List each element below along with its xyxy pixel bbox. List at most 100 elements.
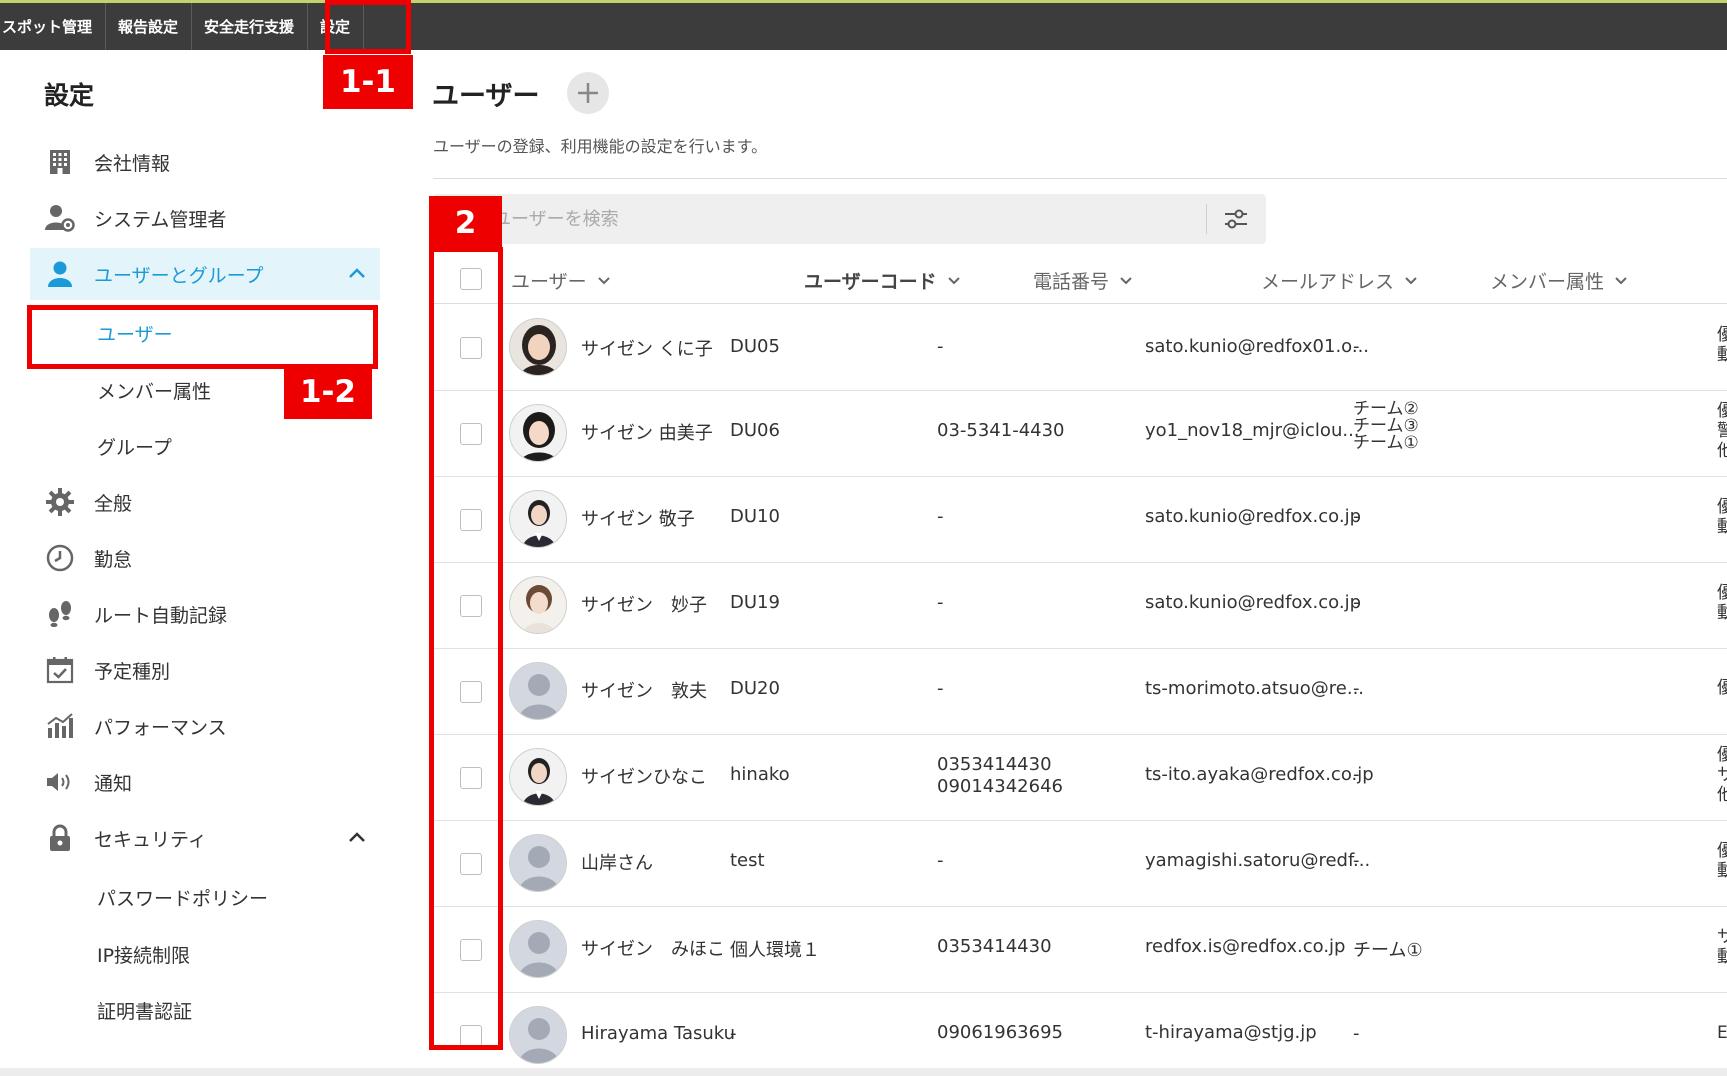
sidebar-subitem-groups[interactable]: グループ — [97, 433, 172, 460]
user-code: DU05 — [730, 336, 780, 357]
user-name[interactable]: Hirayama Tasuku — [581, 1023, 735, 1044]
avatar — [509, 318, 567, 376]
page-title: ユーザー — [432, 81, 540, 112]
chevron-up-icon[interactable] — [346, 826, 368, 848]
user-name[interactable]: サイゼン 由美子 — [581, 419, 713, 445]
user-name[interactable]: サイゼン 敦夫 — [581, 677, 707, 703]
user-name[interactable]: サイゼン くに子 — [581, 335, 713, 361]
user-phone: 03-5341-4430 — [937, 420, 1065, 441]
clipped-column-text: 優警他 — [1717, 401, 1727, 461]
column-header-member-attribute[interactable]: メンバー属性 — [1490, 267, 1628, 294]
user-phone: - — [937, 678, 944, 699]
chevron-down-icon — [597, 276, 610, 284]
clipped-column-text: 優動 — [1717, 583, 1727, 623]
plus-icon — [578, 83, 598, 103]
sidebar-item-general[interactable]: 全般 — [30, 476, 380, 528]
sidebar-item-security[interactable]: セキュリティ — [30, 812, 380, 864]
column-header-user[interactable]: ユーザー — [511, 267, 611, 294]
user-email: yamagishi.satoru@redf... — [1145, 850, 1371, 871]
avatar — [509, 490, 567, 548]
sidebar-item-sysadmin[interactable]: システム管理者 — [30, 192, 380, 244]
avatar — [509, 404, 567, 462]
chevron-up-icon[interactable] — [346, 262, 368, 284]
user-member-attribute: - — [1353, 678, 1360, 699]
horizontal-scrollbar[interactable] — [0, 1068, 1727, 1076]
column-header-email[interactable]: メールアドレス — [1261, 267, 1418, 294]
clipped-column-text: 優 — [1717, 678, 1727, 698]
user-email: ts-morimoto.atsuo@re... — [1145, 678, 1365, 699]
user-code: hinako — [730, 764, 790, 785]
sidebar-item-company[interactable]: 会社情報 — [30, 136, 380, 188]
clipped-column-text: 優動 — [1717, 841, 1727, 881]
column-header-user-code[interactable]: ユーザーコード — [804, 267, 961, 294]
table-row[interactable]: サイゼン 由美子 DU06 03-5341-4430 yo1_nov18_mjr… — [433, 391, 1727, 477]
column-header-phone[interactable]: 電話番号 — [1033, 267, 1133, 294]
annotation-label-2: 2 — [429, 196, 502, 250]
column-label: 電話番号 — [1033, 271, 1110, 293]
column-label: ユーザー — [511, 271, 587, 293]
table-row[interactable]: サイゼンひなこ hinako 0353414430 09014342646 ts-… — [433, 735, 1727, 821]
sidebar-item-route[interactable]: ルート自動記録 — [30, 588, 380, 640]
user-member-attribute: - — [1353, 336, 1360, 357]
sidebar-item-label: 勤怠 — [94, 548, 133, 571]
sidebar-item-label: ルート自動記録 — [94, 604, 228, 627]
sidebar-subitem-ip-restriction[interactable]: IP接続制限 — [97, 941, 190, 968]
table-row[interactable]: 山岸さん test - yamagishi.satoru@redf... - 優… — [433, 821, 1727, 907]
column-label: メンバー属性 — [1490, 271, 1605, 293]
user-name[interactable]: 山岸さん — [581, 849, 653, 875]
user-icon — [40, 259, 80, 289]
chevron-down-icon — [947, 276, 960, 284]
user-email: sato.kunio@redfox.co.jp — [1145, 506, 1361, 527]
page-description: ユーザーの登録、利用機能の設定を行います。 — [433, 137, 768, 156]
admin-user-gear-icon — [40, 203, 80, 233]
nav-safe-driving[interactable]: 安全走行支援 — [192, 3, 309, 50]
speaker-icon — [40, 767, 80, 797]
sliders-icon — [1225, 209, 1247, 229]
annotation-label-1-2: 1-2 — [284, 365, 372, 419]
sidebar-item-label: 予定種別 — [94, 660, 171, 683]
user-email: t-hirayama@stjg.jp — [1145, 1022, 1317, 1043]
filter-settings-button[interactable] — [1213, 199, 1259, 239]
gear-icon — [40, 487, 80, 517]
user-phone: 09061963695 — [937, 1022, 1063, 1043]
chevron-down-icon — [1615, 276, 1627, 284]
add-user-button[interactable] — [567, 72, 609, 114]
sidebar-item-performance[interactable]: パフォーマンス — [30, 700, 380, 752]
sidebar-item-attendance[interactable]: 勤怠 — [30, 532, 380, 584]
sidebar-item-schedule[interactable]: 予定種別 — [30, 644, 380, 696]
table-row[interactable]: サイゼン 妙子 DU19 - sato.kunio@redfox.co.jp -… — [433, 563, 1727, 649]
user-email: sato.kunio@redfox01.o... — [1145, 336, 1370, 357]
user-code: DU10 — [730, 506, 780, 527]
avatar — [509, 576, 567, 634]
table-row[interactable]: サイゼン みほこ 個人環境１ 0353414430 redfox.is@redf… — [433, 907, 1727, 993]
user-member-attribute: - — [1353, 850, 1360, 871]
user-code: DU19 — [730, 592, 780, 613]
user-name[interactable]: サイゼン 敬子 — [581, 505, 695, 531]
user-name[interactable]: サイゼンひなこ — [581, 763, 707, 789]
table-row[interactable]: Hirayama Tasuku - 09061963695 t-hirayama… — [433, 993, 1727, 1068]
user-phone: 0353414430 09014342646 — [937, 754, 1063, 797]
sidebar-item-label: 通知 — [94, 772, 133, 795]
sidebar-item-notification[interactable]: 通知 — [30, 756, 380, 808]
clipped-column-text: 優動 — [1717, 497, 1727, 537]
user-search-box — [433, 194, 1266, 244]
clock-icon — [40, 543, 80, 573]
table-row[interactable]: サイゼン くに子 DU05 - sato.kunio@redfox01.o...… — [433, 305, 1727, 391]
user-member-attribute: チーム② チーム③ チーム① — [1353, 399, 1419, 453]
clipped-column-text: 優動 — [1717, 325, 1727, 365]
sidebar-subitem-certificate-auth[interactable]: 証明書認証 — [97, 997, 192, 1024]
user-code: DU06 — [730, 420, 780, 441]
sidebar-subitem-password-policy[interactable]: パスワードポリシー — [97, 884, 268, 911]
header-divider — [433, 178, 1727, 179]
user-name[interactable]: サイゼン 妙子 — [581, 591, 707, 617]
table-row[interactable]: サイゼン 敦夫 DU20 - ts-morimoto.atsuo@re... -… — [433, 649, 1727, 735]
table-header: ユーザー ユーザーコード 電話番号 メールアドレス メンバー属性 — [433, 254, 1727, 304]
footprints-icon — [40, 599, 80, 629]
sidebar-subitem-member-attributes[interactable]: メンバー属性 — [97, 377, 211, 404]
sidebar-item-users-groups[interactable]: ユーザーとグループ — [30, 248, 380, 300]
user-name[interactable]: サイゼン みほこ — [581, 935, 725, 961]
nav-spot-management[interactable]: スポット管理 — [0, 3, 107, 50]
table-row[interactable]: サイゼン 敬子 DU10 - sato.kunio@redfox.co.jp -… — [433, 477, 1727, 563]
user-search-input[interactable] — [493, 194, 1193, 244]
nav-report-settings[interactable]: 報告設定 — [106, 3, 193, 50]
